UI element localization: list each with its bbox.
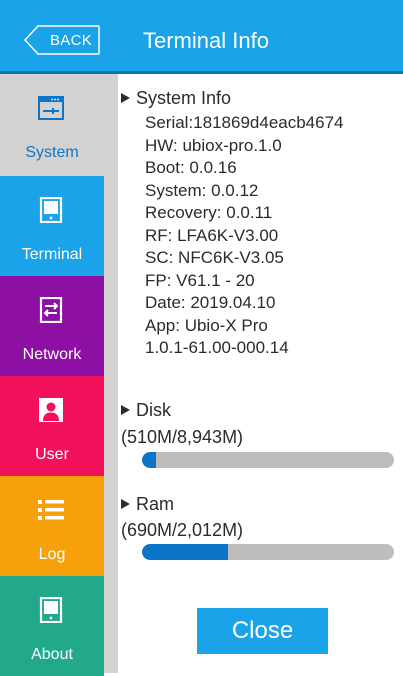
sidebar-item-user[interactable]: User bbox=[0, 376, 104, 476]
sidebar-item-label: System bbox=[25, 144, 79, 161]
page-title: Terminal Info bbox=[143, 28, 269, 53]
ram-heading[interactable]: Ram bbox=[121, 494, 174, 515]
disk-usage-fill bbox=[142, 452, 157, 468]
log-icon bbox=[38, 500, 64, 520]
sidebar-item-label: User bbox=[35, 446, 69, 463]
disk-usage-text: (510M/8,943M) bbox=[121, 427, 244, 447]
expand-triangle-icon bbox=[121, 405, 130, 415]
sidebar-item-network[interactable]: Network bbox=[0, 276, 104, 376]
system-info-heading[interactable]: System Info bbox=[121, 88, 231, 109]
sidebar-item-label: Terminal bbox=[21, 246, 83, 263]
system-info-line: RF: LFA6K-V3.00 bbox=[145, 225, 279, 245]
content-panel: System Info Serial:181869d4eacb4674 HW: u… bbox=[118, 74, 403, 673]
system-info-line: HW: ubiox-pro.1.0 bbox=[145, 135, 282, 155]
terminal-icon bbox=[39, 197, 63, 223]
ram-usage-bar bbox=[142, 544, 394, 560]
disk-heading[interactable]: Disk bbox=[121, 400, 171, 421]
sidebar-item-label: About bbox=[31, 646, 73, 663]
sidebar-item-system[interactable]: System bbox=[0, 74, 104, 174]
system-info-line: Serial:181869d4eacb4674 bbox=[145, 113, 344, 132]
system-info-line: 1.0.1-61.00-000.14 bbox=[145, 338, 289, 357]
system-icon bbox=[38, 96, 64, 120]
back-button[interactable]: BACK bbox=[24, 25, 100, 55]
network-icon bbox=[39, 297, 63, 323]
system-info-line: App: Ubio-X Pro bbox=[145, 315, 268, 335]
sidebar-item-about[interactable]: About bbox=[0, 576, 104, 676]
ram-usage-text: (690M/2,012M) bbox=[121, 520, 244, 540]
system-info-line: SC: NFC6K-V3.05 bbox=[145, 248, 284, 267]
sidebar-item-terminal[interactable]: Terminal bbox=[0, 176, 104, 276]
sidebar-item-label: Network bbox=[22, 346, 82, 363]
back-button-label: BACK bbox=[50, 32, 93, 49]
expand-triangle-icon bbox=[121, 93, 130, 103]
ram-usage-fill bbox=[142, 544, 229, 560]
system-info-line: System: 0.0.12 bbox=[145, 180, 259, 200]
system-info-line: FP: V61.1 - 20 bbox=[145, 270, 255, 290]
expand-triangle-icon bbox=[121, 499, 130, 509]
system-info-line: Date: 2019.04.10 bbox=[145, 293, 276, 312]
system-info-line: Recovery: 0.0.11 bbox=[145, 203, 273, 222]
sidebar-item-label: Log bbox=[38, 546, 66, 563]
user-icon bbox=[39, 398, 63, 422]
header-bar: BACK Terminal Info bbox=[0, 0, 403, 74]
disk-usage-bar bbox=[142, 452, 394, 468]
system-info-line: Boot: 0.0.16 bbox=[145, 158, 237, 177]
sidebar: System Terminal Network User Log About bbox=[0, 74, 118, 676]
about-icon bbox=[39, 597, 63, 623]
sidebar-item-log[interactable]: Log bbox=[0, 476, 104, 576]
close-button[interactable]: Close bbox=[197, 608, 328, 654]
